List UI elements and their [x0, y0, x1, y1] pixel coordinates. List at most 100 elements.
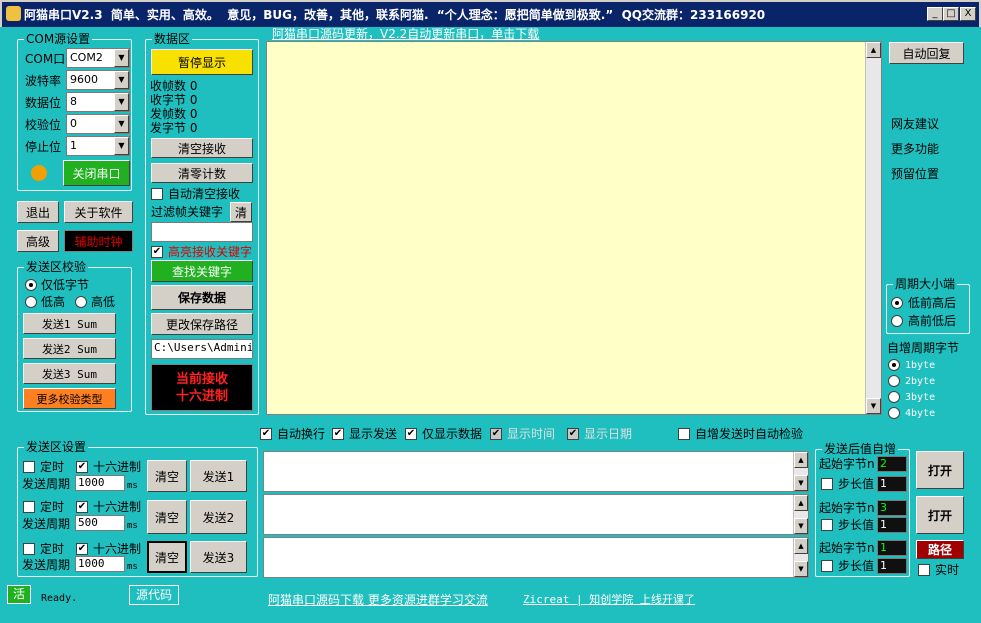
inc-3byte-radio[interactable] — [888, 391, 900, 403]
send3-sum-button[interactable]: 发送3 Sum — [23, 363, 116, 384]
send1-scrollbar[interactable]: ▲ ▼ — [793, 452, 808, 491]
realtime-checkbox[interactable] — [918, 564, 930, 576]
find-keyword-button[interactable]: 查找关键字 — [151, 260, 253, 282]
inc-1byte-radio[interactable] — [888, 359, 900, 371]
auto-check-checkbox[interactable] — [678, 428, 690, 440]
chevron-down-icon[interactable]: ▼ — [114, 49, 129, 67]
send3-text-area[interactable] — [263, 537, 809, 578]
top-update-link[interactable]: 阿猫串口源码更新，V2.2自动更新串口，单击下载 — [272, 25, 539, 42]
data-bits-select[interactable]: 8 ▼ — [66, 92, 130, 112]
advanced-button[interactable]: 高级 — [17, 230, 59, 252]
parity-select[interactable]: 0 ▼ — [66, 114, 130, 134]
send1-text-area[interactable] — [263, 451, 809, 492]
about-button[interactable]: 关于软件 — [64, 201, 133, 223]
step1-checkbox[interactable] — [821, 478, 833, 490]
send2-button[interactable]: 发送2 — [190, 500, 247, 534]
auto-newline-checkbox[interactable]: ✔ — [260, 428, 272, 440]
step1-input[interactable]: 1 — [877, 476, 907, 492]
chevron-down-icon[interactable]: ▼ — [114, 115, 129, 133]
send3-button[interactable]: 发送3 — [190, 541, 247, 573]
clear-send1-button[interactable]: 清空 — [147, 460, 187, 492]
show-time-checkbox[interactable]: ✔ — [490, 428, 502, 440]
auto-reply-button[interactable]: 自动回复 — [889, 42, 964, 64]
highlight-checkbox[interactable]: ✔ — [151, 246, 163, 258]
scroll-down-icon[interactable]: ▼ — [794, 518, 808, 534]
scroll-up-icon[interactable]: ▲ — [866, 42, 881, 58]
source-code-button[interactable]: 源代码 — [129, 585, 179, 605]
scroll-up-icon[interactable]: ▲ — [794, 495, 808, 511]
clear-count-button[interactable]: 清零计数 — [151, 163, 253, 183]
clear-send2-button[interactable]: 清空 — [147, 500, 187, 534]
show-data-only-checkbox[interactable]: ✔ — [405, 428, 417, 440]
only-low-radio[interactable] — [25, 279, 37, 291]
step2-checkbox[interactable] — [821, 519, 833, 531]
scroll-down-icon[interactable]: ▼ — [794, 561, 808, 577]
send2-sum-button[interactable]: 发送2 Sum — [23, 338, 116, 359]
step2-input[interactable]: 1 — [877, 517, 907, 533]
stop-bits-select[interactable]: 1 ▼ — [66, 136, 130, 156]
minimize-button[interactable]: _ — [927, 7, 943, 21]
clear-receive-button[interactable]: 清空接收 — [151, 138, 253, 158]
show-date-checkbox[interactable]: ✔ — [567, 428, 579, 440]
period1-input[interactable]: 1000 — [75, 475, 125, 491]
send1-sum-button[interactable]: 发送1 Sum — [23, 313, 116, 334]
clear-send3-button[interactable]: 清空 — [147, 541, 187, 573]
send1-button[interactable]: 发送1 — [190, 460, 247, 492]
exit-button[interactable]: 退出 — [17, 201, 59, 223]
inc-4byte-radio[interactable] — [888, 407, 900, 419]
chevron-down-icon[interactable]: ▼ — [114, 137, 129, 155]
pause-display-button[interactable]: 暂停显示 — [151, 49, 253, 75]
path-button[interactable]: 路径 — [916, 540, 964, 559]
step3-checkbox[interactable] — [821, 560, 833, 572]
maximize-button[interactable]: □ — [943, 7, 959, 21]
scroll-down-icon[interactable]: ▼ — [794, 475, 808, 491]
low-high-radio[interactable] — [25, 296, 37, 308]
close-port-button[interactable]: 关闭串口 — [63, 160, 130, 186]
scroll-down-icon[interactable]: ▼ — [866, 398, 881, 414]
suggest-link[interactable]: 网友建议 — [891, 117, 939, 131]
hex2-checkbox[interactable]: ✔ — [76, 501, 88, 513]
inc-2byte-radio[interactable] — [888, 375, 900, 387]
chevron-down-icon[interactable]: ▼ — [114, 71, 129, 89]
download-link[interactable]: 阿猫串口源码下载 更多资源进群学习交流 — [268, 591, 488, 608]
high-first-radio[interactable] — [891, 315, 903, 327]
timer3-checkbox[interactable] — [23, 543, 35, 555]
receive-scrollbar[interactable]: ▲ ▼ — [865, 42, 881, 414]
show-send-checkbox[interactable]: ✔ — [332, 428, 344, 440]
start-byte1-input[interactable]: 2 — [877, 456, 907, 472]
baud-select[interactable]: 9600 ▼ — [66, 70, 130, 90]
reserved-link[interactable]: 预留位置 — [891, 167, 939, 181]
close-button[interactable]: X — [960, 7, 976, 21]
timer2-checkbox[interactable] — [23, 501, 35, 513]
more-functions-link[interactable]: 更多功能 — [891, 142, 939, 156]
hex1-checkbox[interactable]: ✔ — [76, 461, 88, 473]
receive-text-area[interactable] — [266, 41, 882, 415]
start-byte2-input[interactable]: 3 — [877, 500, 907, 516]
more-checksum-button[interactable]: 更多校验类型 — [23, 388, 116, 409]
step3-input[interactable]: 1 — [877, 558, 907, 574]
period2-input[interactable]: 500 — [75, 515, 125, 531]
save-path-input[interactable]: C:\Users\Adminis — [151, 339, 253, 359]
send2-scrollbar[interactable]: ▲ ▼ — [793, 495, 808, 534]
zicreat-link[interactable]: Zicreat | 知创学院 上线开课了 — [523, 591, 695, 607]
auto-clear-checkbox[interactable] — [151, 188, 163, 200]
rx-mode-indicator[interactable]: 当前接收 十六进制 — [151, 364, 253, 411]
send3-scrollbar[interactable]: ▲ ▼ — [793, 538, 808, 577]
save-data-button[interactable]: 保存数据 — [151, 285, 253, 310]
scroll-up-icon[interactable]: ▲ — [794, 452, 808, 468]
open-inc2-button[interactable]: 打开 — [916, 496, 964, 534]
filter-clear-button[interactable]: 清 — [230, 202, 252, 222]
open-inc1-button[interactable]: 打开 — [916, 451, 964, 489]
com-port-select[interactable]: COM2 ▼ — [66, 48, 130, 68]
period3-input[interactable]: 1000 — [75, 556, 125, 572]
high-low-radio[interactable] — [75, 296, 87, 308]
hex3-checkbox[interactable]: ✔ — [76, 543, 88, 555]
low-first-radio[interactable] — [891, 297, 903, 309]
send2-text-area[interactable] — [263, 494, 809, 535]
start-byte3-input[interactable]: 1 — [877, 540, 907, 556]
chevron-down-icon[interactable]: ▼ — [114, 93, 129, 111]
aux-clock-button[interactable]: 辅助时钟 — [64, 230, 133, 252]
change-path-button[interactable]: 更改保存路径 — [151, 313, 253, 335]
timer1-checkbox[interactable] — [23, 461, 35, 473]
scroll-up-icon[interactable]: ▲ — [794, 538, 808, 554]
